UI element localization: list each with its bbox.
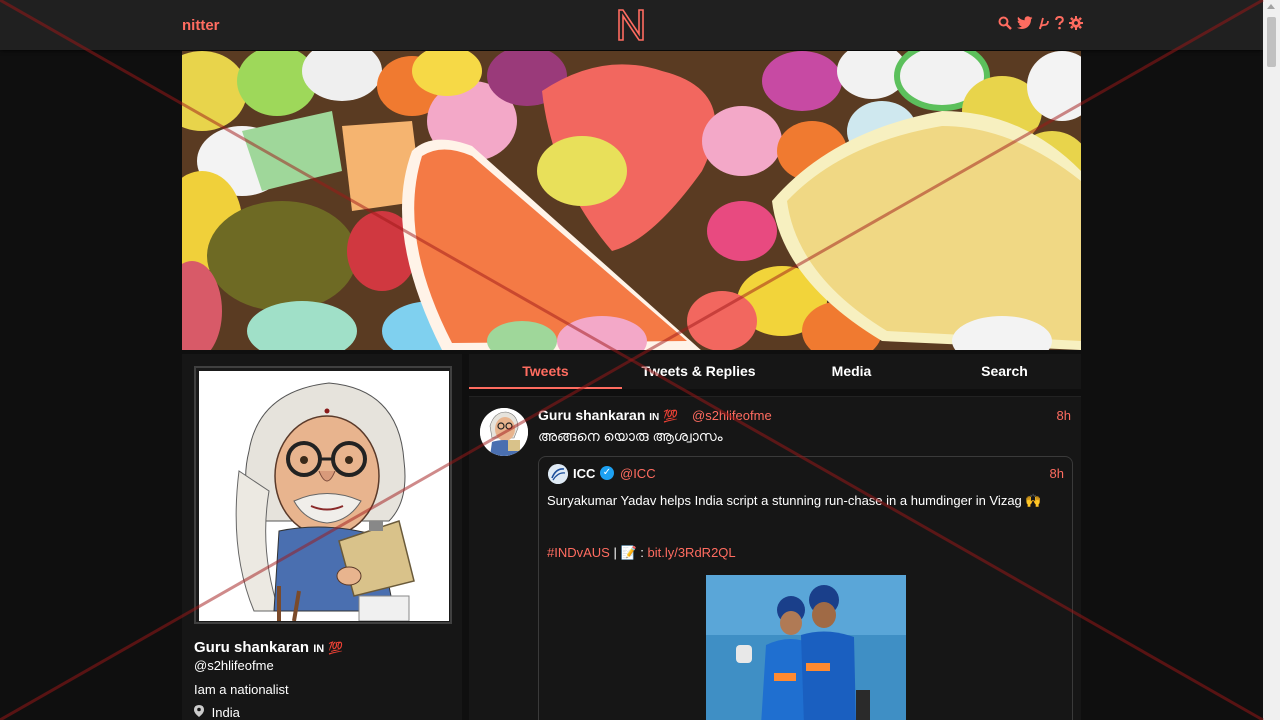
candy-banner-image: [182, 51, 1081, 350]
tweet-emoji-badge: 💯: [663, 409, 679, 423]
timeline-item[interactable]: Guru shankaran IN 💯 @s2hlifeofme 8h അങ്ങ…: [469, 396, 1081, 720]
scroll-up-arrow-icon[interactable]: [1267, 4, 1275, 9]
profile-tabs: Tweets Tweets & Replies Media Search: [469, 354, 1081, 389]
tab-tweets[interactable]: Tweets: [469, 354, 622, 389]
tweet-fullname-text[interactable]: Guru shankaran: [538, 407, 645, 423]
quote-separator: | 📝 :: [609, 545, 648, 560]
profile-card: Guru shankaran IN 💯 @s2hlifeofme Iam a n…: [182, 354, 462, 720]
quote-date[interactable]: 8h: [1050, 466, 1064, 481]
twitter-icon[interactable]: [1017, 16, 1033, 32]
tab-media[interactable]: Media: [775, 354, 928, 389]
location-pin-icon: [194, 705, 208, 720]
quote-media-image[interactable]: [706, 575, 906, 720]
short-url-link[interactable]: bit.ly/3RdR2QL: [647, 545, 735, 560]
scrollbar-thumb[interactable]: [1267, 17, 1276, 67]
profile-banner[interactable]: [182, 51, 1081, 350]
profile-bio: Iam a nationalist: [194, 682, 289, 697]
tweet-fullname[interactable]: Guru shankaran IN 💯: [538, 407, 678, 423]
rss-icon[interactable]: [1038, 16, 1050, 32]
quote-fullname[interactable]: ICC: [573, 466, 595, 481]
verified-icon: ✓: [600, 466, 614, 480]
search-icon[interactable]: [998, 16, 1012, 32]
quote-avatar[interactable]: [548, 464, 568, 484]
quote-username[interactable]: @ICC: [620, 466, 656, 481]
tab-tweets-replies[interactable]: Tweets & Replies: [622, 354, 775, 389]
caricature-avatar-image: [199, 371, 449, 621]
profile-flag-badge: IN: [313, 643, 325, 655]
profile-location-text: India: [211, 705, 240, 720]
help-icon[interactable]: [1055, 15, 1064, 32]
tweet-avatar-image: [480, 408, 528, 456]
tweet-date[interactable]: 8h: [1057, 408, 1071, 423]
profile-emoji-badge: 💯: [328, 641, 344, 655]
profile-location: India: [194, 705, 240, 720]
navbar: nitter: [0, 0, 1263, 50]
nav-icon-group: [998, 15, 1083, 32]
tweet-flag-badge: IN: [649, 412, 660, 423]
tab-search[interactable]: Search: [928, 354, 1081, 389]
profile-avatar[interactable]: [199, 371, 449, 621]
cricket-players-image: [706, 575, 906, 720]
tweet-username[interactable]: @s2hlifeofme: [692, 408, 772, 423]
tweet-content: അങ്ങനെ യൊരു ആശ്വാസം: [538, 428, 723, 444]
quote-text: Suryakumar Yadav helps India script a st…: [547, 493, 1042, 508]
nitter-home-link[interactable]: nitter: [182, 17, 220, 34]
page-scrollbar[interactable]: [1263, 0, 1280, 720]
hashtag-link[interactable]: #INDvAUS: [547, 545, 610, 560]
tweet-avatar[interactable]: [480, 408, 528, 456]
profile-avatar-frame[interactable]: [194, 366, 452, 624]
icc-logo-icon: [548, 464, 568, 484]
settings-icon[interactable]: [1069, 16, 1083, 32]
quoted-tweet[interactable]: ICC ✓ @ICC 8h Suryakumar Yadav helps Ind…: [538, 456, 1073, 720]
profile-fullname-text[interactable]: Guru shankaran: [194, 639, 309, 656]
nitter-logo-icon[interactable]: [616, 8, 646, 42]
profile-username[interactable]: @s2hlifeofme: [194, 658, 274, 673]
quote-links-line: #INDvAUS | 📝 : bit.ly/3RdR2QL: [547, 545, 736, 561]
profile-fullname[interactable]: Guru shankaran IN 💯: [194, 639, 343, 656]
